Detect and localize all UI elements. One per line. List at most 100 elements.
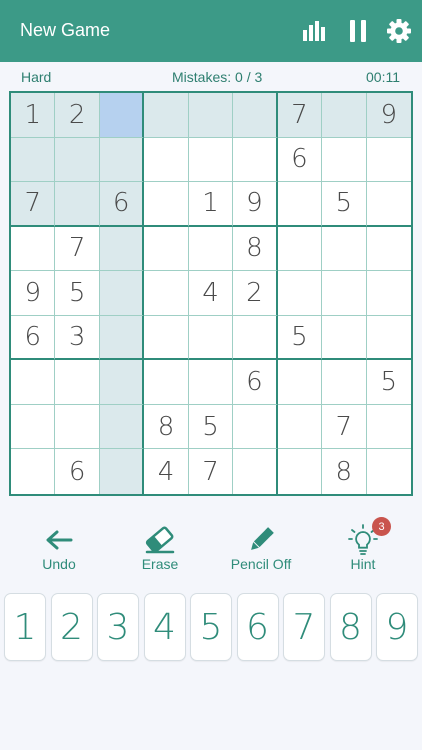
sudoku-cell[interactable]: [144, 360, 189, 405]
sudoku-cell[interactable]: [188, 315, 234, 361]
sudoku-cell[interactable]: [144, 137, 189, 183]
sudoku-cell[interactable]: 6: [55, 449, 100, 494]
sudoku-cell[interactable]: [144, 315, 189, 361]
sudoku-cell[interactable]: [99, 449, 145, 494]
sudoku-cell[interactable]: [367, 449, 411, 494]
sudoku-cell[interactable]: [99, 137, 145, 183]
sudoku-cell[interactable]: [99, 93, 145, 138]
sudoku-cell[interactable]: 4: [188, 271, 234, 316]
sudoku-cell[interactable]: [11, 360, 56, 405]
sudoku-cell[interactable]: [322, 271, 367, 316]
sudoku-cell[interactable]: [322, 315, 367, 361]
sudoku-cell[interactable]: 7: [277, 93, 323, 138]
sudoku-cell[interactable]: 6: [11, 315, 56, 361]
sudoku-cell[interactable]: 9: [11, 271, 56, 316]
undo-button[interactable]: Undo: [14, 520, 104, 580]
sudoku-cell[interactable]: [277, 271, 323, 316]
sudoku-cell[interactable]: 5: [188, 404, 234, 450]
sudoku-cell[interactable]: [366, 182, 411, 227]
sudoku-cell[interactable]: [233, 404, 278, 450]
sudoku-cell[interactable]: [188, 93, 234, 138]
sudoku-cell[interactable]: [322, 226, 367, 272]
sudoku-cell[interactable]: [278, 449, 323, 494]
number-key-7[interactable]: 7: [283, 593, 325, 661]
sudoku-cell[interactable]: [366, 271, 411, 316]
sudoku-cell[interactable]: [277, 404, 323, 450]
sudoku-cell[interactable]: [144, 182, 189, 227]
erase-button[interactable]: Erase: [115, 520, 205, 580]
sudoku-cell[interactable]: 3: [55, 315, 100, 361]
sudoku-cell[interactable]: [233, 93, 278, 138]
sudoku-cell[interactable]: [11, 137, 56, 183]
sudoku-cell[interactable]: 7: [55, 226, 100, 272]
sudoku-cell[interactable]: [99, 360, 145, 405]
number-key-3[interactable]: 3: [97, 593, 139, 661]
sudoku-cell[interactable]: 7: [189, 449, 234, 494]
bar-chart-icon[interactable]: [301, 18, 327, 44]
sudoku-cell[interactable]: [55, 182, 100, 227]
sudoku-cell[interactable]: 5: [322, 182, 367, 227]
sudoku-cell[interactable]: 7: [11, 182, 56, 227]
sudoku-cell[interactable]: [99, 226, 145, 272]
sudoku-cell[interactable]: 5: [277, 315, 323, 361]
sudoku-cell[interactable]: [99, 315, 145, 361]
sudoku-cell[interactable]: [11, 226, 56, 272]
number-key-5[interactable]: 5: [190, 593, 232, 661]
sudoku-cell[interactable]: 9: [233, 182, 278, 227]
number-key-4[interactable]: 4: [143, 593, 186, 661]
sudoku-cell[interactable]: [55, 360, 100, 405]
sudoku-cell[interactable]: [366, 138, 411, 183]
sudoku-cell[interactable]: [99, 271, 145, 316]
sudoku-cell[interactable]: 1: [11, 93, 56, 138]
gear-icon[interactable]: [385, 18, 413, 44]
sudoku-cell[interactable]: [144, 226, 189, 272]
sudoku-cell[interactable]: 6: [99, 182, 145, 227]
sudoku-cell[interactable]: [322, 137, 367, 183]
new-game-button[interactable]: New Game: [20, 20, 110, 41]
number-key-2[interactable]: 2: [50, 593, 93, 661]
sudoku-cell[interactable]: 5: [55, 271, 100, 316]
sudoku-cell[interactable]: [322, 360, 367, 405]
sudoku-cell[interactable]: [11, 449, 56, 494]
number-key-8[interactable]: 8: [329, 593, 372, 661]
number-key-1[interactable]: 1: [4, 593, 46, 661]
sudoku-cell[interactable]: [188, 360, 234, 405]
pause-icon[interactable]: [346, 18, 370, 44]
sudoku-cell[interactable]: 6: [277, 137, 323, 183]
number-key-6[interactable]: 6: [236, 593, 279, 661]
sudoku-cell[interactable]: [233, 315, 278, 361]
sudoku-cell[interactable]: 8: [144, 404, 189, 450]
sudoku-cell[interactable]: 4: [144, 449, 189, 494]
sudoku-cell[interactable]: 6: [233, 360, 278, 405]
sudoku-cell[interactable]: 2: [55, 93, 100, 138]
sudoku-cell[interactable]: 8: [233, 226, 278, 272]
sudoku-cell[interactable]: [322, 93, 367, 138]
sudoku-cell[interactable]: 5: [366, 360, 411, 405]
number-key-9[interactable]: 9: [376, 593, 418, 661]
sudoku-cell[interactable]: [11, 404, 56, 450]
sudoku-cell[interactable]: 2: [233, 271, 278, 316]
erase-label: Erase: [141, 556, 179, 572]
sudoku-cell[interactable]: [55, 404, 100, 450]
sudoku-cell[interactable]: [277, 226, 323, 272]
sudoku-cell[interactable]: [188, 226, 234, 272]
sudoku-cell[interactable]: [233, 449, 278, 494]
sudoku-cell[interactable]: [144, 271, 189, 316]
sudoku-cell[interactable]: 1: [188, 182, 234, 227]
sudoku-cell[interactable]: [55, 137, 100, 183]
sudoku-cell[interactable]: [99, 404, 145, 450]
sudoku-cell[interactable]: [366, 316, 411, 361]
sudoku-cell[interactable]: [277, 360, 323, 405]
sudoku-cell[interactable]: [233, 137, 278, 183]
sudoku-cell[interactable]: [144, 93, 189, 138]
hint-button[interactable]: 3 Hint: [318, 517, 408, 580]
sudoku-cell[interactable]: [277, 182, 323, 227]
sudoku-cell[interactable]: 9: [366, 93, 411, 138]
sudoku-cell[interactable]: [366, 227, 411, 272]
sudoku-cell[interactable]: [366, 405, 411, 450]
sudoku-cell[interactable]: [188, 137, 234, 183]
sudoku-cell[interactable]: 8: [322, 449, 367, 494]
hint-count-badge: 3: [372, 517, 391, 536]
sudoku-cell[interactable]: 7: [322, 404, 367, 450]
pencil-toggle-button[interactable]: Pencil Off: [216, 520, 306, 580]
